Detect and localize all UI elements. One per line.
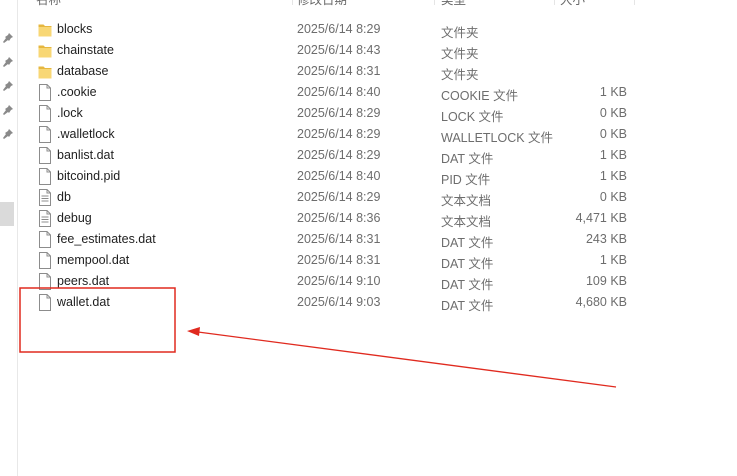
- arrow-head: [187, 327, 200, 336]
- annotation-layer: [19, 287, 617, 388]
- arrow-line: [197, 331, 617, 388]
- highlight-box: [19, 287, 176, 353]
